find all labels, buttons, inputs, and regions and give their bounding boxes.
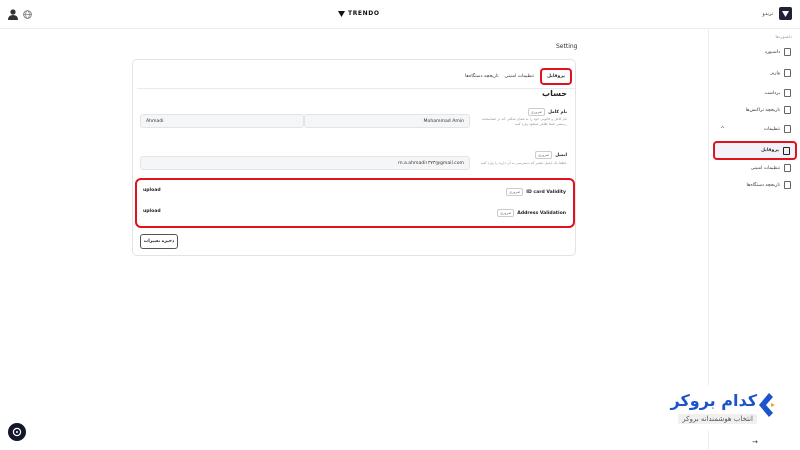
sidebar-item-label: تنظیمات امنیتی <box>750 165 780 171</box>
chat-button[interactable] <box>8 423 26 441</box>
required-badge: ضروری <box>505 188 524 196</box>
chevron-up-icon: ^ <box>720 125 726 133</box>
tab-devices[interactable]: تاریخچه دستگاه‌ها <box>465 74 498 79</box>
watermark-subtitle: انتخاب هوشمندانه بروکر <box>678 414 757 424</box>
sidebar-item-deposit[interactable]: واریز <box>714 65 796 81</box>
top-bar: TRENDO ترندو <box>0 0 800 29</box>
logo-mark-icon <box>338 10 345 17</box>
first-name-field[interactable]: Mohammad Amin <box>304 114 470 128</box>
brand-area[interactable]: ترندو <box>762 7 792 20</box>
sidebar-item-label: تاریخچه دستگاه‌ها <box>746 182 780 188</box>
dashboard-icon <box>784 48 791 56</box>
name-help: نام کامل و قانونی خود را به همان شکلی که… <box>481 117 567 126</box>
sidebar-item-security[interactable]: تنظیمات امنیتی <box>714 160 796 176</box>
logo-text: TRENDO <box>348 10 380 17</box>
page-title: Setting <box>556 43 578 50</box>
upload-row-address: ضروری Address Validation upload <box>137 206 573 220</box>
tab-security[interactable]: تنظیمات امنیتی <box>505 74 534 79</box>
upload-row-id-card: ضروری ID card Validity upload <box>137 185 573 199</box>
globe-icon[interactable] <box>23 10 32 19</box>
upload-button[interactable]: upload <box>143 209 161 214</box>
email-label-text: ایمیل <box>555 152 567 158</box>
sidebar-item-label: تاریخچه تراکنش‌ها <box>745 107 780 113</box>
sidebar-item-transactions[interactable]: تاریخچه تراکنش‌ها <box>714 102 796 118</box>
tab-profile[interactable]: پروفایل <box>540 68 572 85</box>
email-label: ضروری ایمیل <box>534 151 567 159</box>
sidebar-item-label: برداشت <box>764 90 781 96</box>
upload-label-text: ID card Validity <box>526 189 566 195</box>
chat-icon <box>12 427 22 437</box>
upload-button[interactable]: upload <box>143 188 161 193</box>
email-field[interactable]: m.a.ahmadi۱۳۷۳@gmail.com <box>140 156 470 170</box>
arrow-icon[interactable]: → <box>752 438 758 446</box>
save-button[interactable]: ذخیره تغییرات <box>140 234 178 249</box>
name-label: ضروری نام کامل <box>527 108 567 116</box>
user-icon[interactable] <box>8 9 18 20</box>
deposit-icon <box>784 69 791 77</box>
required-badge: ضروری <box>496 209 515 217</box>
sidebar-item-label: تنظیمات <box>763 126 780 132</box>
required-badge: ضروری <box>534 151 553 159</box>
watermark: کدام بروکر انتخاب هوشمندانه بروکر <box>645 385 785 431</box>
email-help: لطفا یک ایمیل معتبر که دسترسی به آن داری… <box>480 161 567 165</box>
required-badge: ضروری <box>527 108 546 116</box>
last-name-field[interactable]: Ahmadi <box>140 114 304 128</box>
watermark-title: کدام بروکر <box>670 391 758 410</box>
sidebar-caption: داشبوردها <box>775 34 792 39</box>
sidebar-item-dashboard[interactable]: داشبورد <box>714 44 796 60</box>
sidebar-item-profile[interactable]: پروفایل <box>713 141 797 160</box>
history-icon <box>784 106 791 114</box>
brand-name: ترندو <box>762 10 773 17</box>
sidebar-item-label: پروفایل <box>761 148 779 153</box>
tab-bar: پروفایل تنظیمات امنیتی تاریخچه دستگاه‌ها <box>137 65 575 89</box>
upload-label: ضروری ID card Validity <box>505 188 566 196</box>
sidebar-item-devices[interactable]: تاریخچه دستگاه‌ها <box>714 177 796 193</box>
section-title: حساب <box>542 89 567 98</box>
withdraw-icon <box>784 89 791 97</box>
sidebar-item-label: واریز <box>770 70 780 76</box>
app-logo[interactable]: TRENDO <box>338 10 380 17</box>
profile-icon <box>783 146 790 155</box>
sidebar-item-settings[interactable]: ^ تنظیمات <box>714 121 796 137</box>
device-icon <box>784 181 791 189</box>
watermark-logo-icon <box>759 393 775 417</box>
name-label-text: نام کامل <box>548 109 567 115</box>
settings-icon <box>784 125 791 133</box>
upload-label: ضروری Address Validation <box>496 209 566 217</box>
sidebar-item-withdraw[interactable]: برداشت <box>714 85 796 101</box>
brand-logo <box>779 7 792 20</box>
shield-icon <box>784 164 791 172</box>
sidebar-item-label: داشبورد <box>764 49 780 55</box>
upload-group: ضروری ID card Validity upload ضروری Addr… <box>135 178 575 228</box>
upload-label-text: Address Validation <box>517 210 566 216</box>
